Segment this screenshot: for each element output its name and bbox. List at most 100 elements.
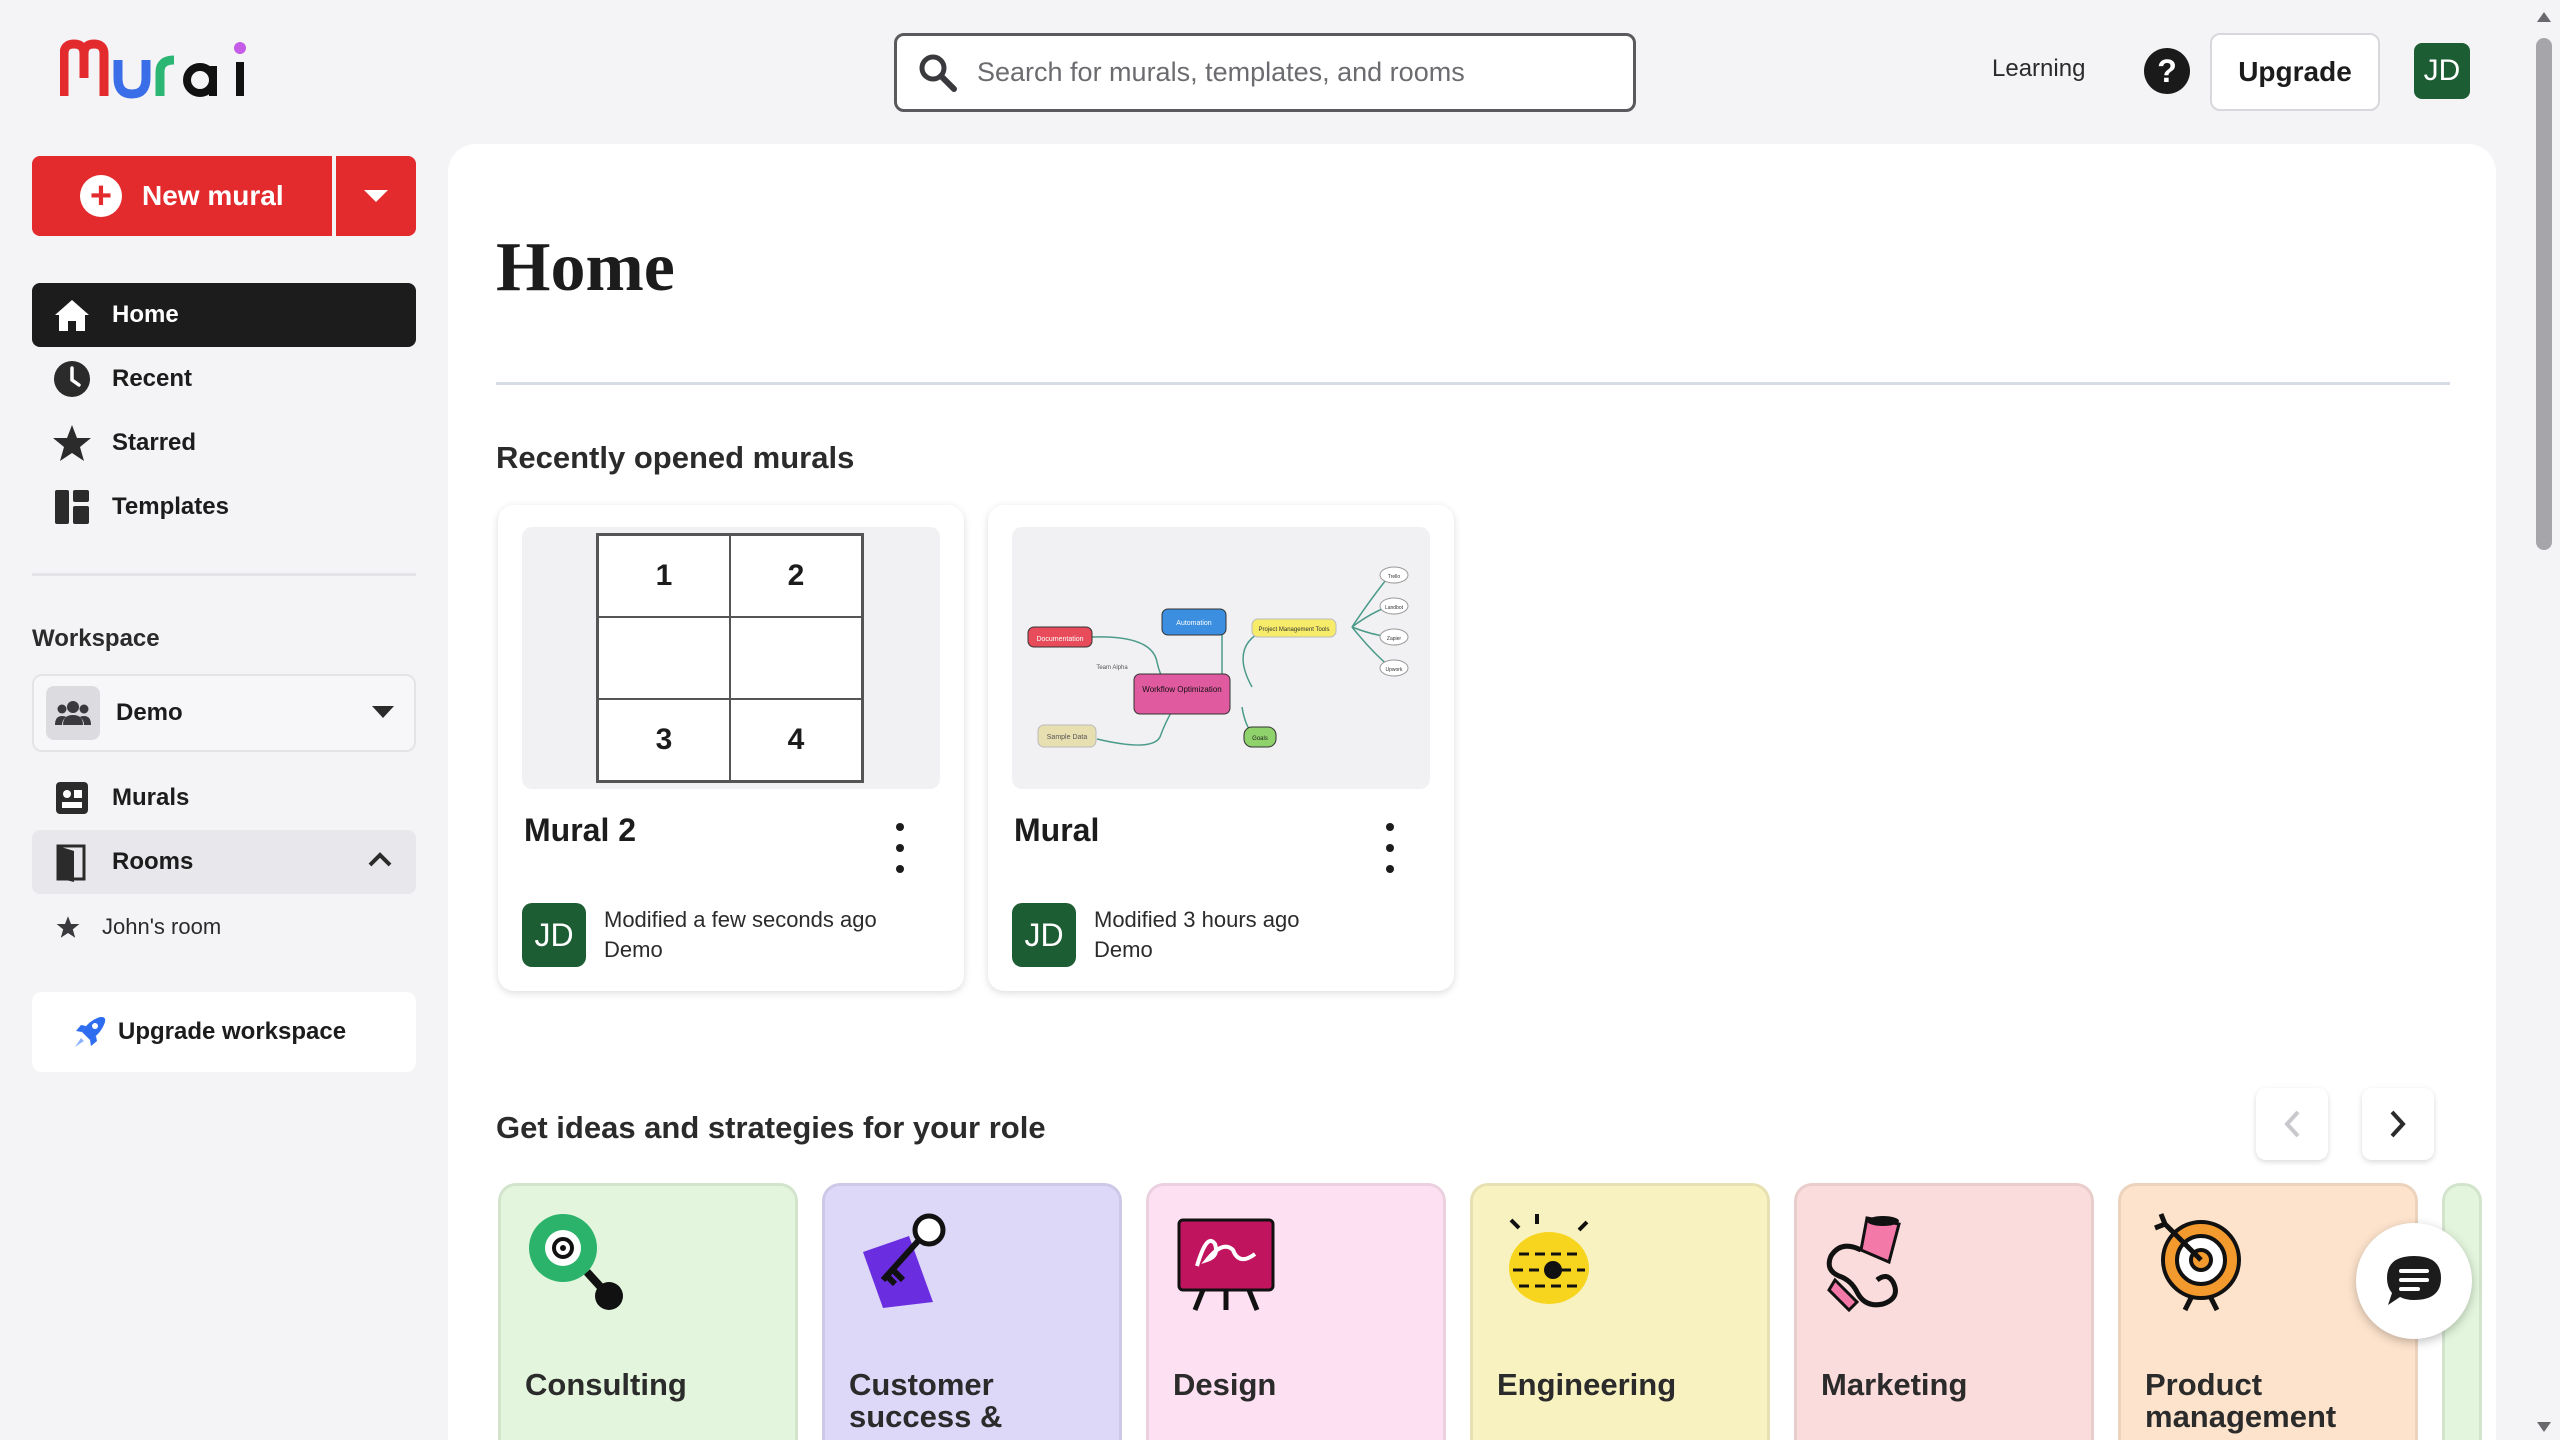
rocket-icon bbox=[72, 1014, 108, 1050]
upgrade-button[interactable]: Upgrade bbox=[2210, 33, 2380, 111]
new-mural-dropdown-button[interactable] bbox=[336, 156, 416, 236]
node-text: Workflow Optimization bbox=[1142, 685, 1221, 694]
more-options-icon[interactable] bbox=[888, 823, 912, 873]
node-text: Documentation bbox=[1036, 636, 1083, 643]
new-mural-label: New mural bbox=[142, 180, 284, 211]
nav-home[interactable]: Home bbox=[32, 283, 416, 347]
grid-cell bbox=[730, 617, 862, 699]
upgrade-workspace-label: Upgrade workspace bbox=[118, 1018, 347, 1045]
nav-recent[interactable]: Recent bbox=[32, 347, 416, 411]
edge-label: Team Alpha bbox=[1096, 665, 1128, 671]
node-text: Automation bbox=[1176, 620, 1212, 627]
beehive-icon bbox=[1497, 1210, 1601, 1314]
new-mural-button[interactable]: + New mural bbox=[32, 156, 332, 236]
role-card-engineering[interactable]: Engineering bbox=[1470, 1183, 1770, 1440]
role-label: Marketing bbox=[1821, 1367, 1968, 1402]
node-text: Project Management Tools bbox=[1259, 627, 1330, 633]
chat-bubble-icon bbox=[2387, 1256, 2441, 1305]
role-label: Consulting bbox=[525, 1367, 687, 1402]
templates-icon bbox=[52, 487, 92, 527]
grid-cell: 1 bbox=[598, 535, 730, 617]
grid-cell: 4 bbox=[730, 699, 862, 781]
scroll-up-icon[interactable] bbox=[2537, 12, 2551, 22]
chevron-down-icon bbox=[364, 190, 388, 202]
nav-label: Templates bbox=[112, 493, 229, 520]
page-title: Home bbox=[496, 229, 675, 306]
room-label: John's room bbox=[102, 914, 222, 939]
role-label: Product management bbox=[2145, 1367, 2337, 1434]
caret-down-icon bbox=[372, 706, 394, 718]
sidebar-divider bbox=[32, 573, 416, 576]
chevron-up-icon[interactable] bbox=[368, 852, 392, 868]
role-card-design[interactable]: Design bbox=[1146, 1183, 1446, 1440]
scroll-down-icon[interactable] bbox=[2537, 1422, 2551, 1432]
role-card-customer-success[interactable]: Customer success & bbox=[822, 1183, 1122, 1440]
nav-label: Murals bbox=[112, 784, 190, 811]
murals-icon bbox=[52, 778, 92, 818]
team-icon bbox=[46, 686, 100, 740]
clock-icon bbox=[52, 359, 92, 399]
node-text: Zapier bbox=[1387, 636, 1402, 642]
new-mural-control: + New mural bbox=[32, 156, 416, 236]
chevron-left-icon bbox=[2284, 1110, 2300, 1138]
help-button[interactable]: ? bbox=[2144, 48, 2190, 94]
grid-cell bbox=[598, 617, 730, 699]
node-text: Sample Data bbox=[1047, 734, 1088, 741]
megaphone-icon bbox=[1821, 1210, 1925, 1314]
nav-rooms[interactable]: Rooms bbox=[32, 830, 416, 894]
role-label: Design bbox=[1173, 1367, 1277, 1402]
carousel-next-button[interactable] bbox=[2362, 1088, 2434, 1160]
chevron-right-icon bbox=[2390, 1110, 2406, 1138]
mural-card[interactable]: 1 2 3 4 Mural 2 JD Modified a few second… bbox=[498, 505, 964, 991]
magnifier-icon bbox=[525, 1210, 629, 1314]
page-scrollbar[interactable] bbox=[2528, 0, 2560, 1440]
mural-thumbnail: 1 2 3 4 bbox=[522, 527, 940, 789]
owner-avatar: JD bbox=[1012, 903, 1076, 967]
workspace-heading: Workspace bbox=[32, 625, 160, 652]
workspace-text: Demo bbox=[1094, 937, 1153, 962]
home-icon bbox=[52, 295, 92, 335]
search-bar[interactable] bbox=[894, 33, 1636, 112]
mural-logo[interactable] bbox=[60, 38, 260, 100]
mural-card[interactable]: Documentation Automation Project Managem… bbox=[988, 505, 1454, 991]
room-item[interactable]: John's room bbox=[32, 907, 221, 947]
modified-text: Modified 3 hours ago bbox=[1094, 907, 1300, 932]
star-icon bbox=[56, 915, 80, 939]
nav-murals[interactable]: Murals bbox=[32, 766, 416, 830]
node-text: Landbot bbox=[1385, 605, 1404, 611]
help-icon: ? bbox=[2157, 52, 2177, 89]
modified-text: Modified a few seconds ago bbox=[604, 907, 877, 932]
nav-starred[interactable]: Starred bbox=[32, 411, 416, 475]
node-text: Upwork bbox=[1386, 667, 1403, 673]
easel-icon bbox=[1173, 1210, 1277, 1314]
nav-label: Starred bbox=[112, 429, 197, 456]
chat-button[interactable] bbox=[2356, 1223, 2472, 1339]
ideas-heading: Get ideas and strategies for your role bbox=[496, 1110, 1046, 1145]
role-card-consulting[interactable]: Consulting bbox=[498, 1183, 798, 1440]
workspace-name: Demo bbox=[116, 699, 183, 726]
role-card-marketing[interactable]: Marketing bbox=[1794, 1183, 2094, 1440]
owner-avatar: JD bbox=[522, 903, 586, 967]
title-divider bbox=[496, 382, 2450, 385]
recent-murals-heading: Recently opened murals bbox=[496, 440, 855, 475]
role-label: Customer success & bbox=[849, 1367, 1003, 1434]
workspace-selector[interactable]: Demo bbox=[32, 674, 416, 752]
carousel-prev-button[interactable] bbox=[2256, 1088, 2328, 1160]
search-icon bbox=[917, 52, 959, 94]
nav-templates[interactable]: Templates bbox=[32, 475, 416, 539]
node-text: Goals bbox=[1252, 736, 1268, 742]
user-avatar[interactable]: JD bbox=[2414, 43, 2470, 99]
scrollbar-thumb[interactable] bbox=[2536, 38, 2552, 550]
mindmap-preview: Documentation Automation Project Managem… bbox=[1027, 566, 1409, 748]
mural-thumbnail: Documentation Automation Project Managem… bbox=[1012, 527, 1430, 789]
door-icon bbox=[52, 842, 92, 882]
upgrade-workspace-button[interactable]: Upgrade workspace bbox=[32, 992, 416, 1072]
learning-link[interactable]: Learning bbox=[1992, 55, 2085, 83]
search-input[interactable] bbox=[977, 57, 1577, 88]
more-options-icon[interactable] bbox=[1378, 823, 1402, 873]
star-icon bbox=[52, 423, 92, 463]
grid-preview: 1 2 3 4 bbox=[596, 533, 864, 783]
node-text: Trello bbox=[1388, 574, 1401, 580]
grid-cell: 2 bbox=[730, 535, 862, 617]
nav-label: Home bbox=[112, 301, 179, 328]
